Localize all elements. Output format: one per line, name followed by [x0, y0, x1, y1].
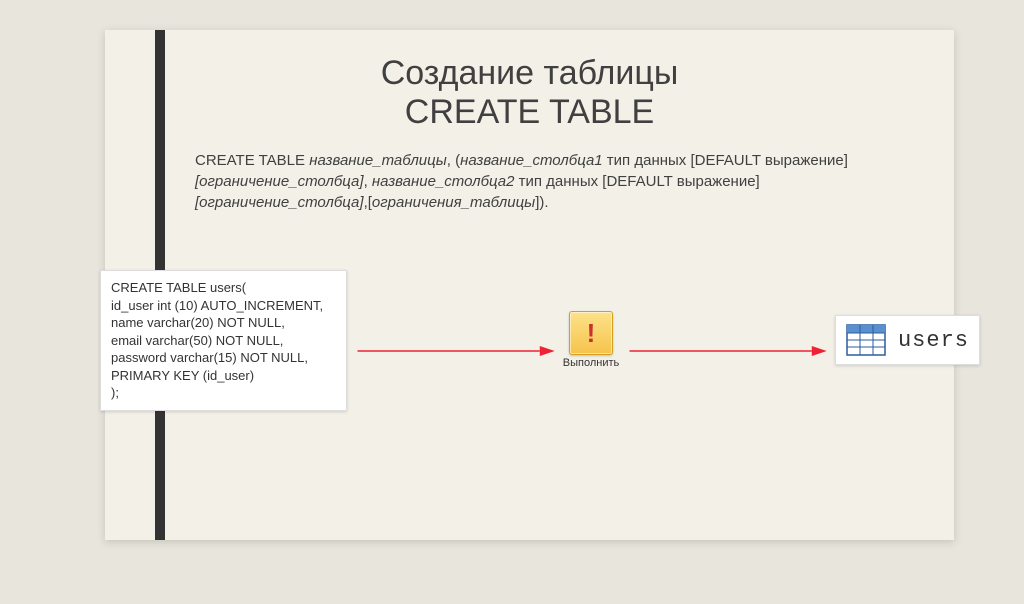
title-line-2: CREATE TABLE	[105, 93, 954, 132]
kw-create-table: CREATE TABLE	[195, 152, 309, 169]
sql-code-card: CREATE TABLE users( id_user int (10) AUT…	[100, 270, 347, 411]
code-line-2: id_user int (10) AUTO_INCREMENT,	[111, 298, 323, 313]
sep-2: ,	[364, 173, 372, 190]
code-line-3: name varchar(20) NOT NULL,	[111, 315, 285, 330]
datatype-1: тип данных [DEFAULT выражение]	[603, 152, 848, 169]
diagram-row: CREATE TABLE users( id_user int (10) AUT…	[105, 270, 954, 411]
result-card: users	[835, 315, 980, 365]
slide: Создание таблицы CREATE TABLE CREATE TAB…	[105, 30, 954, 540]
sep-1: , (	[447, 152, 460, 169]
sep-3: ,[	[364, 194, 372, 211]
result-table-name: users	[898, 328, 969, 353]
exclamation-icon: !	[587, 320, 596, 346]
term-col-constraint-2: [ограничение_столбца]	[195, 194, 364, 211]
term-table-name: название_таблицы	[309, 152, 447, 169]
title-line-1: Создание таблицы	[105, 54, 954, 93]
term-col1: название_столбца1	[460, 152, 603, 169]
table-icon	[846, 324, 886, 356]
code-line-7: );	[111, 385, 119, 400]
term-col-constraint-1: [ограничение_столбца]	[195, 173, 364, 190]
arrow-right	[627, 339, 827, 341]
code-line-5: password varchar(15) NOT NULL,	[111, 350, 308, 365]
syntax-description: CREATE TABLE название_таблицы, (название…	[195, 150, 874, 213]
term-col2: название_столбца2	[372, 173, 515, 190]
datatype-2: тип данных [DEFAULT выражение]	[514, 173, 759, 190]
term-table-constraint: ограничения_таблицы	[372, 194, 535, 211]
code-line-1: CREATE TABLE users(	[111, 280, 246, 295]
code-line-4: email varchar(50) NOT NULL,	[111, 333, 283, 348]
code-line-6: PRIMARY KEY (id_user)	[111, 368, 254, 383]
execute-button[interactable]: !	[569, 311, 613, 355]
tail: ]).	[535, 194, 548, 211]
execute-label: Выполнить	[563, 357, 619, 369]
arrow-left	[355, 339, 555, 341]
execute-block: ! Выполнить	[563, 311, 619, 369]
slide-title: Создание таблицы CREATE TABLE	[105, 30, 954, 132]
